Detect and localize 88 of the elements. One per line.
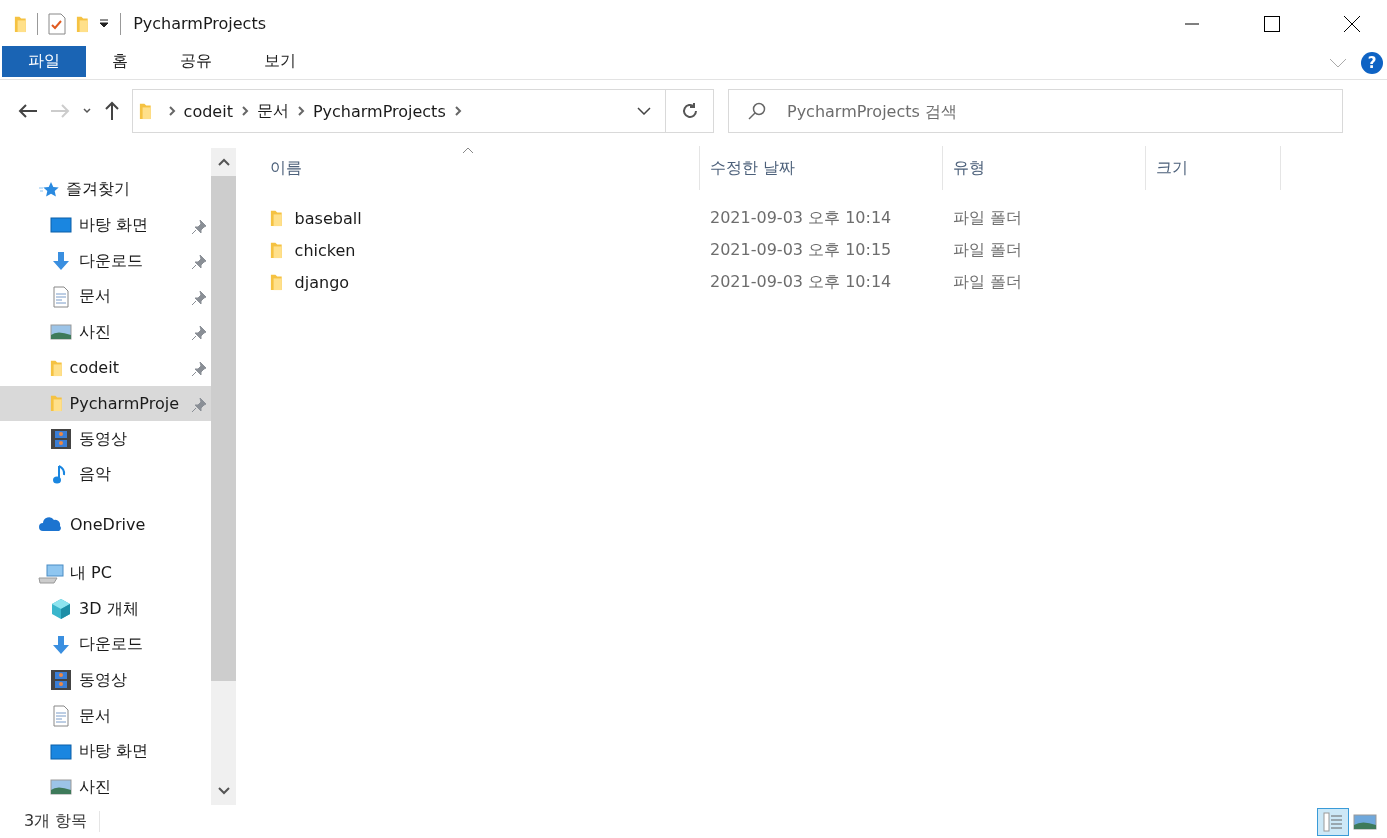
folder-icon [270,209,283,227]
cloud-icon [38,516,64,533]
window-title: PycharmProjects [133,14,267,33]
sidebar-item[interactable]: 문서 [0,698,211,734]
sidebar-item[interactable]: 3D 개체 [0,591,211,627]
chevron-right-icon [296,105,305,117]
sidebar-item[interactable]: 사진 [0,314,211,351]
dropdown-icon[interactable] [98,18,111,29]
computer-icon [38,563,64,584]
thumbnail-view-icon [1353,813,1377,830]
down-arrow-icon [50,634,72,655]
modified-date: 2021-09-03 오후 10:14 [709,207,893,229]
folder-icon [50,394,63,413]
details-view-icon [1322,810,1344,833]
sidebar-item[interactable]: 문서 [0,278,211,315]
modified-date: 2021-09-03 오후 10:14 [709,271,893,293]
breadcrumb[interactable]: 문서 [252,100,293,122]
folder-icon [139,102,152,120]
document-icon [50,285,72,308]
file-name[interactable]: chicken [236,240,700,260]
checklist-icon[interactable] [47,12,66,35]
monitor-icon [50,742,72,761]
monitor-icon [50,216,72,235]
sidebar-item[interactable]: 다운로드 [0,243,211,279]
chevron-down-icon [82,107,92,115]
ribbon-tab[interactable]: 홈 [86,46,154,77]
breadcrumb[interactable]: PycharmProjects [308,101,450,121]
folder-icon [75,14,89,33]
ribbon-tab[interactable]: 파일 [2,46,86,77]
film-strip-icon [50,669,72,692]
left-arrow-icon [18,103,38,119]
ribbon-tab[interactable]: 공유 [154,46,238,77]
address-bar[interactable]: codeit 문서 PycharmProjects [132,89,666,133]
column-header[interactable]: 수정한 날짜 [700,146,943,190]
landscape-picture-icon [50,323,72,342]
sidebar-item[interactable]: 다운로드 [0,627,211,663]
sidebar-section[interactable]: OneDrive [0,506,211,542]
file-type: 파일 폴더 [952,207,1024,229]
file-name[interactable]: baseball [236,208,700,228]
sidebar-item[interactable]: 음악 [0,456,211,493]
breadcrumb[interactable]: codeit [179,101,237,121]
down-arrow-icon [50,251,72,271]
sidebar-item[interactable]: codeit [0,350,211,386]
landscape-picture-icon [50,778,72,797]
cube-icon [50,598,72,621]
sidebar-item[interactable]: 바탕 화면 [0,733,211,770]
column-header[interactable]: 유형 [943,146,1146,190]
refresh-button[interactable] [666,89,714,133]
maximize-icon [1264,15,1280,32]
folder-icon [14,14,27,33]
up-arrow-icon [104,101,120,121]
column-header[interactable]: 이름 [236,146,700,190]
folder-icon [270,273,283,291]
sidebar-section[interactable]: 즐겨찾기 [0,172,211,208]
minimize-icon [1185,22,1199,25]
help-button[interactable]: ? [1361,51,1383,74]
sidebar-item[interactable]: 동영상 [0,662,211,699]
star-icon [38,180,60,199]
item-count: 3개 항목 [24,811,101,832]
chevron-right-icon [240,105,249,117]
modified-date: 2021-09-03 오후 10:15 [709,239,893,261]
chevron-right-icon [167,105,176,117]
search-field[interactable]: PycharmProjects 검색 [728,89,1343,133]
column-header[interactable]: 크기 [1146,146,1281,190]
film-strip-icon [50,428,72,451]
sidebar-section[interactable]: 내 PC [0,555,211,592]
right-arrow-icon [50,103,70,119]
file-type: 파일 폴더 [952,239,1024,261]
ribbon-tab[interactable]: 보기 [238,46,322,77]
scrollbar-thumb[interactable] [211,176,236,681]
refresh-icon [680,102,699,120]
dropdown-caret-icon[interactable] [637,107,651,115]
folder-icon [270,241,283,259]
sidebar-item[interactable]: PycharmProje [0,385,211,422]
chevron-up-icon [217,158,230,166]
file-name[interactable]: django [236,272,700,292]
view-toggle[interactable] [1317,807,1349,836]
sort-ascending-icon [461,146,474,154]
chevron-right-icon [453,105,462,117]
folder-icon [50,358,63,377]
expand-ribbon-icon[interactable] [1329,57,1347,68]
close-icon [1344,15,1360,32]
chevron-down-icon [217,787,230,795]
sidebar-item[interactable]: 사진 [0,769,211,806]
sidebar-item[interactable]: 바탕 화면 [0,207,211,244]
file-type: 파일 폴더 [952,271,1024,293]
document-icon [50,705,72,727]
sidebar-item[interactable]: 동영상 [0,421,211,457]
